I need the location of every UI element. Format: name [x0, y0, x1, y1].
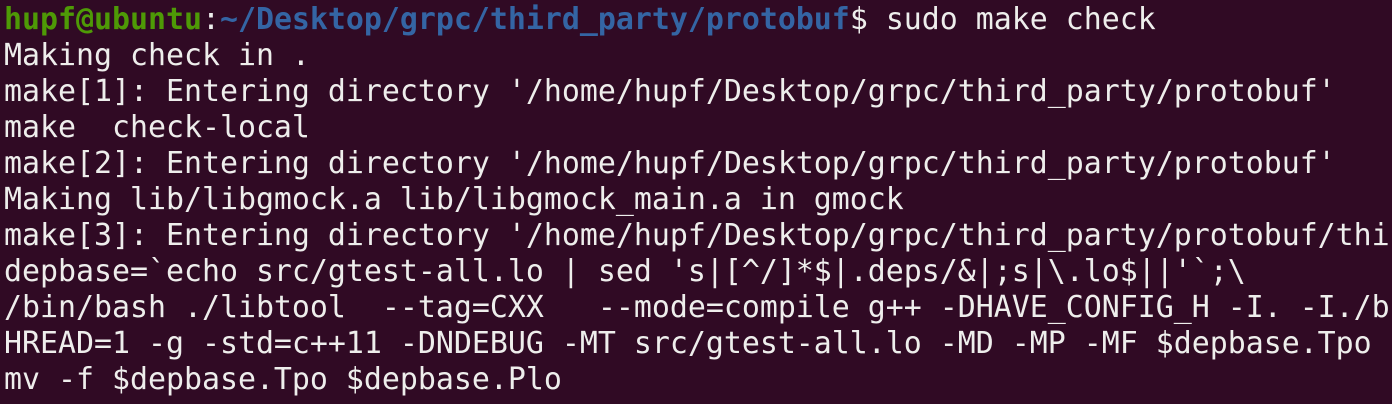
output-line: Making check in .	[4, 38, 310, 73]
prompt-user-host: hupf@ubuntu	[4, 2, 202, 37]
output-line: mv -f $depbase.Tpo $depbase.Plo	[4, 362, 562, 397]
output-line: make[3]: Entering directory '/home/hupf/…	[4, 218, 1390, 253]
prompt-separator: :	[201, 2, 220, 37]
output-line: depbase=`echo src/gtest-all.lo | sed 's|…	[4, 254, 1246, 289]
output-line: make[1]: Entering directory '/home/hupf/…	[4, 74, 1336, 109]
prompt-symbol: $	[849, 2, 886, 37]
prompt-command: sudo make check	[885, 2, 1156, 37]
terminal-output[interactable]: hupf@ubuntu:~/Desktop/grpc/third_party/p…	[0, 0, 1392, 398]
output-line: HREAD=1 -g -std=c++11 -DNDEBUG -MT src/g…	[4, 326, 1372, 361]
prompt-line: hupf@ubuntu:~/Desktop/grpc/third_party/p…	[4, 2, 1392, 38]
output-line: Making lib/libgmock.a lib/libgmock_main.…	[4, 182, 904, 217]
output-line: /bin/bash ./libtool --tag=CXX --mode=com…	[4, 290, 1390, 325]
output-line: make[2]: Entering directory '/home/hupf/…	[4, 146, 1336, 181]
output-line: make check-local	[4, 110, 310, 145]
prompt-cwd: ~/Desktop/grpc/third_party/protobuf	[219, 2, 850, 37]
